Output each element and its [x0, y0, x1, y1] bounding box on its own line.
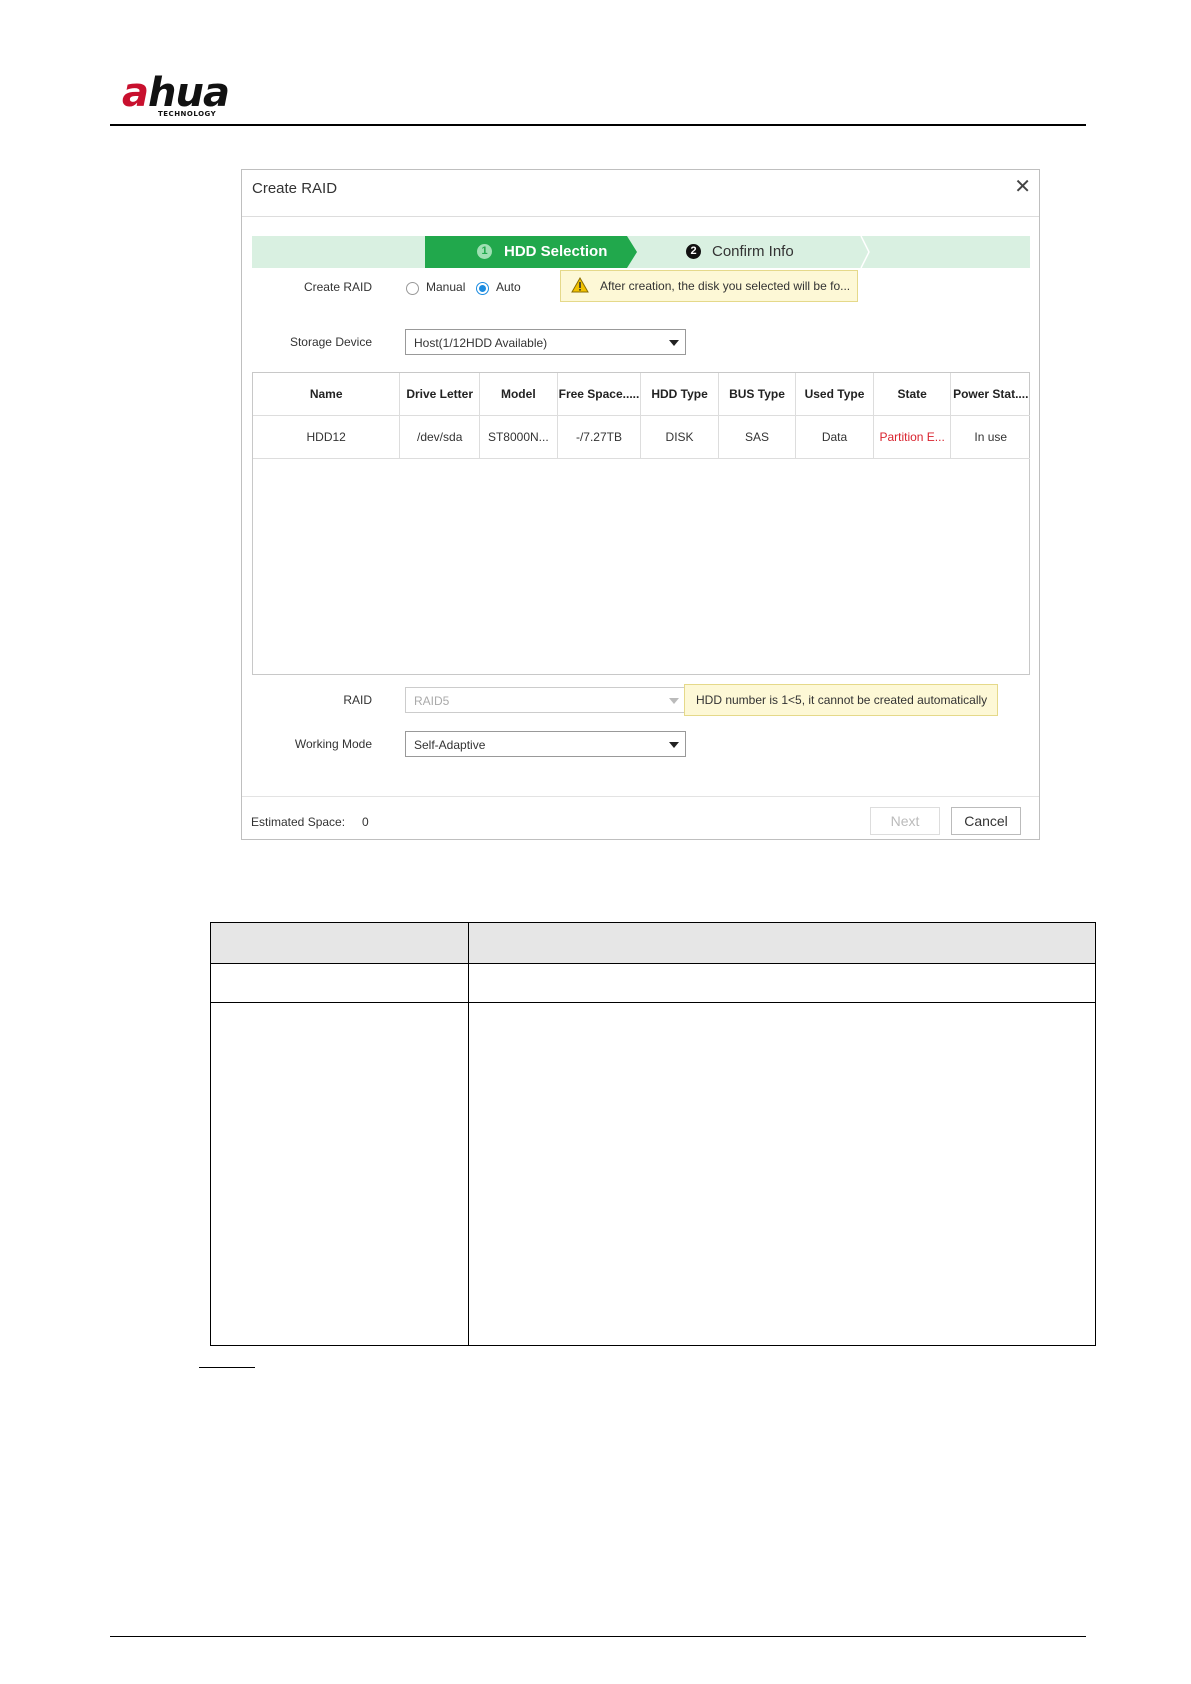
- footer-rule: [110, 1636, 1086, 1637]
- cell-model: ST8000N...: [479, 415, 558, 459]
- raid-tip-text: HDD number is 1<5, it cannot be created …: [696, 693, 988, 707]
- create-raid-dialog: Create RAID ✕ 1 HDD Selection 2 Confirm …: [241, 169, 1040, 840]
- estimated-space-label: Estimated Space:: [251, 815, 346, 829]
- step-label: HDD Selection: [504, 243, 608, 260]
- cell-state: Partition E...: [873, 415, 952, 459]
- working-mode-label: Working Mode: [294, 737, 372, 751]
- col-free-space[interactable]: Free Space.....: [557, 373, 642, 416]
- step-number: 2: [686, 244, 701, 259]
- col-hdd-type[interactable]: HDD Type: [640, 373, 719, 416]
- dahua-logo: ahua TECHNOLOGY: [122, 70, 262, 120]
- auto-warning-tip: After creation, the disk you selected wi…: [560, 270, 858, 302]
- col-state[interactable]: State: [873, 373, 952, 416]
- chevron-down-icon: [669, 340, 679, 346]
- col-model[interactable]: Model: [479, 373, 558, 416]
- cell-name: HDD12: [253, 415, 401, 459]
- warning-icon: [571, 277, 589, 293]
- close-icon[interactable]: ✕: [1014, 174, 1031, 199]
- radio-manual[interactable]: [406, 282, 419, 295]
- cell-hdd-type: DISK: [640, 415, 719, 459]
- cell-power-state: In use: [950, 415, 1030, 459]
- raid-value: RAID5: [414, 694, 450, 708]
- cell-free-space: -/7.27TB: [557, 415, 642, 459]
- col-used-type[interactable]: Used Type: [795, 373, 874, 416]
- cell-bus-type: SAS: [718, 415, 797, 459]
- storage-device-select[interactable]: Host(1/12HDD Available): [405, 329, 686, 355]
- col-bus-type[interactable]: BUS Type: [718, 373, 797, 416]
- working-mode-select[interactable]: Self-Adaptive: [405, 731, 686, 757]
- col-name[interactable]: Name: [253, 373, 401, 416]
- step-hdd-selection[interactable]: 1 HDD Selection: [425, 236, 637, 268]
- col-power-state[interactable]: Power Stat....: [950, 373, 1030, 416]
- working-mode-value: Self-Adaptive: [414, 738, 486, 752]
- chevron-right-icon: [860, 236, 870, 268]
- estimated-space-value: 0: [362, 815, 369, 829]
- dialog-title-divider: [242, 216, 1039, 217]
- cell-used-type: Data: [795, 415, 874, 459]
- hdd-table: Name Drive Letter Model Free Space..... …: [252, 372, 1030, 675]
- col-drive-letter[interactable]: Drive Letter: [399, 373, 481, 416]
- dialog-title: Create RAID: [252, 180, 338, 197]
- raid-label: RAID: [343, 693, 372, 707]
- chevron-down-icon: [669, 742, 679, 748]
- parameter-table: [210, 922, 1096, 1346]
- table-column-divider: [468, 923, 469, 1345]
- cancel-button[interactable]: Cancel: [951, 807, 1021, 835]
- storage-device-value: Host(1/12HDD Available): [414, 336, 548, 350]
- table-header-row: Name Drive Letter Model Free Space..... …: [253, 373, 1030, 416]
- footer-divider: [242, 796, 1039, 797]
- logo-subtitle: TECHNOLOGY: [158, 110, 217, 118]
- storage-device-label: Storage Device: [289, 335, 372, 349]
- create-raid-label: Create RAID: [303, 280, 372, 294]
- next-button[interactable]: Next: [870, 807, 940, 835]
- note-rule: [199, 1367, 255, 1368]
- raid-select: RAID5: [405, 687, 686, 713]
- radio-auto-label: Auto: [496, 280, 521, 294]
- step-label: Confirm Info: [712, 243, 794, 260]
- radio-auto[interactable]: [476, 282, 489, 295]
- cell-drive-letter: /dev/sda: [399, 415, 481, 459]
- table-header-row: [211, 923, 1095, 964]
- header-rule: [110, 124, 1086, 126]
- raid-tip: HDD number is 1<5, it cannot be created …: [684, 684, 998, 716]
- step-number: 1: [477, 244, 492, 259]
- table-row-divider: [211, 1002, 1095, 1003]
- radio-manual-label: Manual: [426, 280, 466, 294]
- step-confirm-info[interactable]: 2 Confirm Info: [637, 236, 857, 268]
- auto-warning-text: After creation, the disk you selected wi…: [600, 279, 851, 293]
- table-row[interactable]: HDD12 /dev/sda ST8000N... -/7.27TB DISK …: [253, 415, 1030, 459]
- chevron-down-icon: [669, 698, 679, 704]
- step-bar: 1 HDD Selection 2 Confirm Info: [252, 236, 1030, 268]
